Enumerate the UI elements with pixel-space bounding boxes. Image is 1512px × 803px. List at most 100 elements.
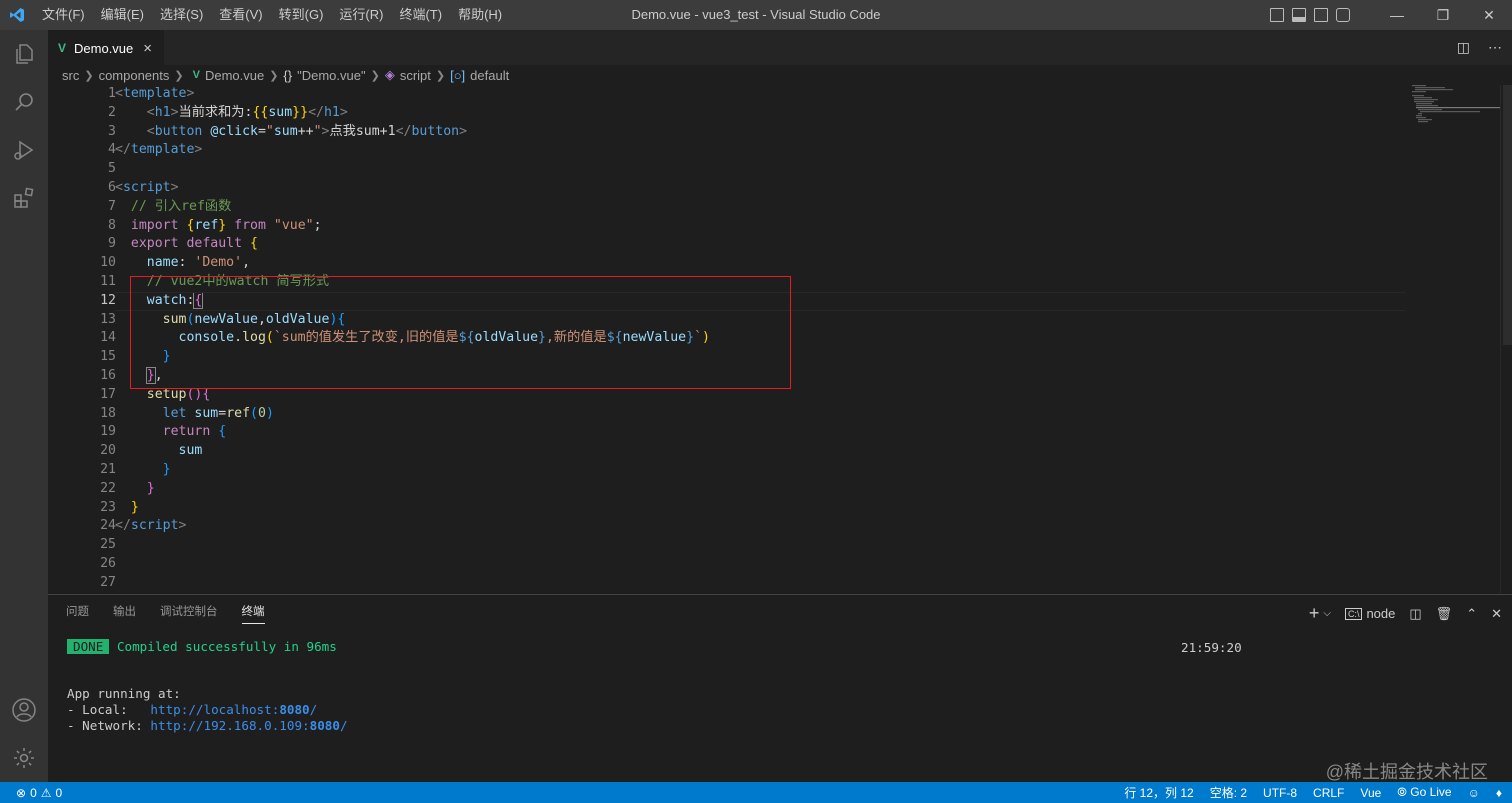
- tab-demo-vue[interactable]: V Demo.vue ×: [48, 30, 164, 65]
- vue-file-icon: V: [192, 69, 200, 81]
- run-debug-icon[interactable]: [0, 126, 48, 174]
- cursor-position[interactable]: 行 12，列 12: [1124, 784, 1193, 801]
- chevron-right-icon: ❯: [269, 69, 279, 82]
- chevron-down-icon[interactable]: ⌵: [1323, 608, 1331, 619]
- error-count: 0: [30, 785, 37, 800]
- account-icon[interactable]: [0, 686, 48, 734]
- code-line[interactable]: }: [48, 461, 1448, 480]
- watermark: @稀土掘金技术社区: [1325, 762, 1488, 782]
- minimize-button[interactable]: —: [1374, 7, 1420, 23]
- menu-help[interactable]: 帮助(H): [450, 0, 510, 30]
- editor-tabs: V Demo.vue × ◫ ⋯: [48, 30, 1512, 65]
- close-window-button[interactable]: ✕: [1466, 7, 1512, 24]
- broadcast-icon: ⦾: [1397, 785, 1407, 799]
- restore-button[interactable]: ❐: [1420, 7, 1466, 24]
- terminal-shell-label[interactable]: node: [1366, 606, 1395, 621]
- maximize-panel-icon[interactable]: ⌃: [1466, 606, 1477, 622]
- tab-terminal[interactable]: 终端: [241, 603, 265, 624]
- code-line[interactable]: import {ref} from "vue";: [48, 217, 1448, 236]
- network-url[interactable]: http://192.168.0.109:: [150, 718, 309, 733]
- problems-status[interactable]: ⊗ 0 ⚠ 0: [0, 786, 62, 800]
- split-editor-icon[interactable]: ◫: [1457, 39, 1470, 56]
- chevron-right-icon: ❯: [370, 69, 380, 82]
- go-live-button[interactable]: ⦾ Go Live: [1397, 785, 1451, 800]
- search-icon[interactable]: [0, 78, 48, 126]
- toggle-panel-icon[interactable]: [1292, 8, 1306, 22]
- script-symbol-icon: ◈: [384, 67, 395, 82]
- code-line[interactable]: }: [48, 499, 1448, 518]
- breadcrumb-default[interactable]: default: [470, 68, 509, 83]
- menu-selection[interactable]: 选择(S): [152, 0, 211, 30]
- tab-debug-console[interactable]: 调试控制台: [160, 603, 218, 624]
- breadcrumb-script[interactable]: script: [400, 68, 431, 83]
- menu-edit[interactable]: 编辑(E): [93, 0, 152, 30]
- vue-file-icon: V: [58, 41, 67, 55]
- code-line[interactable]: </script>: [48, 517, 1448, 536]
- new-terminal-icon[interactable]: +: [1309, 603, 1320, 624]
- indentation[interactable]: 空格: 2: [1210, 784, 1247, 801]
- encoding[interactable]: UTF-8: [1263, 786, 1297, 800]
- toggle-secondary-sidebar-icon[interactable]: [1314, 8, 1328, 22]
- chevron-right-icon: ❯: [84, 69, 94, 82]
- local-url[interactable]: http://localhost:: [150, 702, 279, 717]
- chevron-right-icon: ❯: [174, 69, 184, 82]
- close-panel-icon[interactable]: ✕: [1491, 606, 1502, 622]
- tab-output[interactable]: 输出: [113, 603, 136, 624]
- code-line[interactable]: [48, 536, 1448, 555]
- explorer-icon[interactable]: [0, 30, 48, 78]
- breadcrumb-src[interactable]: src: [62, 68, 79, 83]
- warning-count: 0: [55, 785, 63, 800]
- close-tab-icon[interactable]: ×: [143, 40, 152, 57]
- done-badge: DONE: [67, 639, 110, 654]
- more-actions-icon[interactable]: ⋯: [1488, 39, 1502, 56]
- split-terminal-icon[interactable]: ◫: [1409, 606, 1421, 622]
- editor-scrollbar[interactable]: [1500, 85, 1512, 593]
- code-line[interactable]: sum: [48, 442, 1448, 461]
- settings-gear-icon[interactable]: [0, 734, 48, 782]
- code-line[interactable]: name: 'Demo',: [48, 254, 1448, 273]
- code-line[interactable]: <button @click="sum++">点我sum+1</button>: [48, 123, 1448, 142]
- code-line[interactable]: <template>: [48, 85, 1448, 104]
- menu-view[interactable]: 查看(V): [211, 0, 270, 30]
- status-bar: ⊗ 0 ⚠ 0 行 12，列 12 空格: 2 UTF-8 CRLF Vue ⦾…: [0, 782, 1512, 803]
- code-line[interactable]: // 引入ref函数: [48, 198, 1448, 217]
- extensions-icon[interactable]: [0, 174, 48, 222]
- network-port[interactable]: 8080: [310, 718, 340, 733]
- code-line[interactable]: </template>: [48, 141, 1448, 160]
- code-line[interactable]: <h1>当前求和为:{{sum}}</h1>: [48, 104, 1448, 123]
- compile-timestamp: 21:59:20: [1181, 640, 1242, 655]
- local-url-slash[interactable]: /: [310, 702, 318, 717]
- code-line[interactable]: export default {: [48, 235, 1448, 254]
- end-of-line[interactable]: CRLF: [1313, 786, 1344, 800]
- code-line[interactable]: [48, 160, 1448, 179]
- network-label: - Network:: [67, 718, 151, 733]
- menu-file[interactable]: 文件(F): [34, 0, 93, 30]
- breadcrumb-object[interactable]: "Demo.vue": [297, 68, 365, 83]
- network-url-slash[interactable]: /: [340, 718, 348, 733]
- menu-go[interactable]: 转到(G): [271, 0, 332, 30]
- code-line[interactable]: return {: [48, 423, 1448, 442]
- local-port[interactable]: 8080: [279, 702, 309, 717]
- minimap[interactable]: [1408, 85, 1504, 205]
- default-symbol-icon: [○]: [450, 67, 466, 83]
- code-line[interactable]: [48, 555, 1448, 574]
- menu-terminal[interactable]: 终端(T): [391, 0, 450, 30]
- code-line[interactable]: let sum=ref(0): [48, 405, 1448, 424]
- language-mode[interactable]: Vue: [1360, 786, 1381, 800]
- breadcrumb-components[interactable]: components: [99, 68, 170, 83]
- toggle-primary-sidebar-icon[interactable]: [1270, 8, 1284, 22]
- code-line[interactable]: [48, 574, 1448, 593]
- trash-icon[interactable]: 🗑: [1436, 606, 1453, 622]
- code-line[interactable]: }: [48, 480, 1448, 499]
- warning-icon: ⚠: [40, 785, 52, 800]
- app-running-text: App running at:: [67, 686, 181, 701]
- customize-layout-icon[interactable]: [1336, 8, 1350, 22]
- feedback-icon[interactable]: ☺: [1468, 786, 1480, 800]
- bottom-panel: 问题 输出 调试控制台 终端 + ⌵ C:\ node ◫ 🗑 ⌃ ✕ DONE…: [48, 594, 1512, 782]
- notifications-bell-icon[interactable]: ♦: [1496, 786, 1502, 800]
- error-icon: ⊗: [16, 785, 27, 800]
- menu-run[interactable]: 运行(R): [331, 0, 391, 30]
- code-line[interactable]: <script>: [48, 179, 1448, 198]
- tab-problems[interactable]: 问题: [66, 603, 89, 624]
- breadcrumb-file[interactable]: Demo.vue: [205, 68, 264, 83]
